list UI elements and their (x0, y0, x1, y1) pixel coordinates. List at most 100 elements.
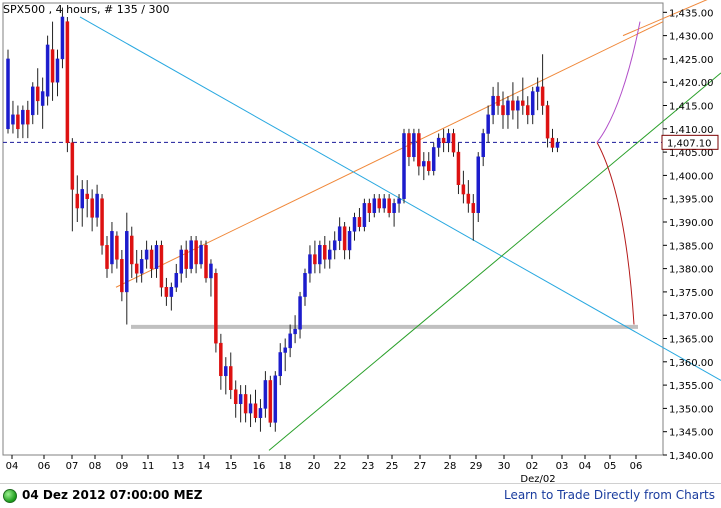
candle-body (130, 235, 134, 265)
x-tick-label: 06 (38, 461, 51, 472)
candle-body (144, 249, 149, 260)
chart-canvas[interactable]: 1,435.00 1,430.00 1,425.00 1,420.00 1,415.00… (0, 0, 721, 483)
candle-body (412, 133, 416, 158)
candle-body (100, 198, 104, 246)
candle-body (204, 245, 208, 279)
y-tick-label: 1,370.00 (669, 311, 714, 322)
candle-body (120, 259, 124, 293)
learn-to-trade-link[interactable]: Learn to Trade Directly from Charts (504, 488, 715, 502)
candle-body (229, 366, 233, 391)
candle-body (278, 352, 282, 377)
candle-body (70, 142, 75, 190)
candle-body (85, 193, 89, 199)
current-price-label: 1,407.10 (667, 138, 712, 149)
candle-body (407, 133, 411, 158)
candle-body (159, 245, 164, 288)
candle-body (501, 105, 505, 116)
candle-body (134, 263, 139, 274)
y-tick-label: 1,385.00 (669, 241, 714, 252)
chart-title: SPX500 , 4 hours, # 135 / 300 (3, 3, 169, 16)
candle-body (516, 100, 520, 111)
candle-body (318, 245, 322, 265)
y-tick-label: 1,410.00 (669, 125, 714, 136)
candle-body (214, 273, 218, 344)
candle-body (337, 226, 342, 241)
candle-body (248, 403, 253, 414)
candle-body (521, 100, 525, 106)
x-tick-label: 11 (142, 461, 155, 472)
candle-body (367, 203, 372, 213)
candle-body (268, 380, 273, 423)
candle-body (372, 198, 377, 213)
candle-body (550, 137, 555, 148)
candle-body (545, 105, 550, 139)
candle-body (303, 273, 307, 297)
x-tick-label: 02 (526, 461, 539, 472)
candle-body (486, 114, 490, 134)
candle-body (184, 249, 188, 269)
x-tick-label: 14 (198, 461, 211, 472)
status-bar: 04 Dez 2012 07:00:00 MEZ Learn to Trade … (0, 483, 721, 508)
candle-body (45, 44, 50, 97)
candle-body (441, 137, 446, 144)
candle-body (105, 245, 109, 269)
candle-body (530, 91, 535, 116)
candle-body (26, 109, 30, 125)
candle-body (540, 86, 545, 106)
candle-body (431, 147, 436, 172)
candle-body (110, 231, 114, 265)
candle-body (139, 259, 144, 274)
candle-body (511, 100, 515, 111)
x-tick-label: 18 (279, 461, 292, 472)
candle-body (194, 240, 198, 265)
candle-body (456, 151, 461, 185)
x-tick-label: 04 (579, 461, 592, 472)
candle-body (466, 193, 471, 204)
candle-body (80, 189, 84, 209)
candle-body (451, 133, 456, 153)
x-tick-label: 27 (414, 461, 427, 472)
candle-body (283, 347, 287, 353)
candle-body (506, 100, 510, 116)
y-tick-label: 1,340.00 (669, 451, 714, 462)
candle-body (392, 203, 396, 213)
candle-body (6, 58, 10, 130)
x-tick-label: 29 (470, 461, 483, 472)
candle-body (50, 49, 55, 83)
x-tick-label: 03 (556, 461, 569, 472)
candle-body (417, 133, 421, 167)
candle-body (461, 184, 466, 195)
x-tick-label: 13 (172, 461, 185, 472)
x-tick-label: 06 (630, 461, 643, 472)
candle-body (496, 95, 500, 106)
candle-body (16, 114, 20, 130)
candle-body (60, 16, 65, 60)
candle-body (90, 198, 94, 218)
y-tick-label: 1,375.00 (669, 288, 714, 299)
y-tick-label: 1,355.00 (669, 381, 714, 392)
y-tick-label: 1,435.00 (669, 8, 714, 19)
candle-body (174, 273, 179, 288)
candle-body (154, 245, 159, 269)
candle-body (387, 198, 391, 213)
candle-body (377, 198, 381, 209)
candle-body (199, 245, 203, 265)
candle-body (332, 240, 337, 251)
candle-body (323, 245, 327, 260)
y-tick-label: 1,425.00 (669, 55, 714, 66)
candle-body (169, 286, 174, 297)
candle-body (115, 235, 119, 260)
candle-body (313, 254, 317, 265)
candle-body (422, 161, 426, 167)
x-tick-label: 30 (498, 461, 511, 472)
candle-body (357, 217, 362, 227)
y-tick-label: 1,360.00 (669, 358, 714, 369)
y-tick-label: 1,390.00 (669, 218, 714, 229)
candle-body (149, 249, 154, 269)
candle-body (35, 86, 40, 102)
candle-body (209, 263, 213, 279)
x-sublabel: Dez/02 (520, 474, 555, 483)
y-tick-label: 1,420.00 (669, 78, 714, 89)
candle-body (382, 198, 386, 209)
connection-status-icon (3, 489, 17, 503)
